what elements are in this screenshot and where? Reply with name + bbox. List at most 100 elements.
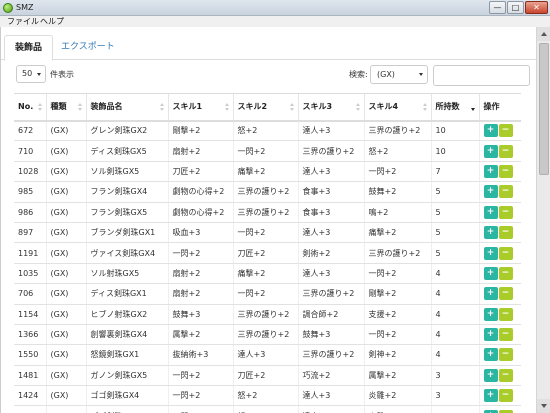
sort-desc-icon [470,103,476,112]
tab-accessories[interactable]: 装飾品 [4,35,54,61]
decrement-button[interactable]: − [498,226,513,240]
cell-skill2: 三界の護り+2 [232,181,298,203]
decrement-button[interactable]: − [498,124,513,138]
main-content: 装飾品 エクスポート 50 件表示 検索: (GX) No. 種類 装飾品名 スキル1… [0,27,537,413]
decrement-button[interactable]: − [498,246,513,260]
increment-button[interactable]: + [483,164,498,178]
header-col-no[interactable]: No. [14,93,46,122]
increment-button[interactable]: + [483,328,498,342]
increment-button[interactable]: + [483,266,498,280]
cell-no: 710 [14,140,46,162]
increment-button[interactable]: + [483,368,498,382]
decrement-button[interactable]: − [498,164,513,178]
cell-skill4: 鼓舞+2 [363,181,431,203]
menu-help[interactable]: ヘルプ [40,16,64,27]
decrement-button[interactable]: − [498,287,513,301]
cell-actions: +− [478,120,521,142]
chevron-down-icon [37,73,41,76]
decrement-button[interactable]: − [498,409,513,413]
decrement-button[interactable]: − [498,144,513,158]
menu-bar: ファイル ヘルプ [0,16,550,27]
cell-count: 5 [430,222,479,244]
header-col-skill1[interactable]: スキル1 [167,93,233,122]
menu-file[interactable]: ファイル [7,16,39,27]
cell-actions: +− [478,161,521,183]
cell-skill4: 炎雛+2 [363,405,431,413]
scroll-thumb[interactable] [539,43,549,175]
cell-count: 10 [430,140,479,162]
cell-actions: +− [478,304,521,325]
decrement-button[interactable]: − [498,389,513,403]
decrement-button[interactable]: − [498,307,513,321]
header-label: スキル3 [302,102,333,112]
increment-button[interactable]: + [483,389,498,403]
cell-skill1: 扇射+2 [167,140,233,162]
cell-skill1: 一閃+2 [167,242,233,264]
minimize-button[interactable]: — [489,1,506,14]
cell-type: (GX) [45,161,86,183]
page-length-select[interactable]: 50 [16,65,46,83]
close-button[interactable]: ✕ [525,1,548,14]
header-col-skill3[interactable]: スキル3 [297,93,364,122]
cell-type: (GX) [45,263,86,285]
decrement-button[interactable]: − [498,266,513,280]
tab-export[interactable]: エクスポート [51,35,125,60]
increment-button[interactable]: + [483,124,498,138]
header-col-actions: 操作 [478,93,521,122]
maximize-button[interactable]: □ [507,1,524,14]
search-type-value: (GX) [377,70,395,79]
table-row: 706 (GX) ディス剣珠GX1 扇射+2 一閃+2 三界の護り+2 剛撃+2 4 + − [14,283,521,305]
increment-button[interactable]: + [483,287,498,301]
cell-skill4: 三界の護り+2 [363,120,431,142]
increment-button[interactable]: + [483,409,498,413]
increment-button[interactable]: + [483,205,498,219]
decrement-button[interactable]: − [498,368,513,382]
cell-skill2: 一閃+2 [232,140,298,162]
cell-skill4: 痛撃+2 [363,222,431,244]
sort-icon [37,103,43,112]
increment-button[interactable]: + [483,144,498,158]
cell-skill3: 達人+3 [297,405,364,413]
cell-type: (GX) [45,140,86,162]
scroll-down-arrow-icon[interactable] [537,399,550,413]
header-col-skill2[interactable]: スキル2 [232,93,298,122]
increment-button[interactable]: + [483,185,498,199]
header-label: スキル1 [172,102,203,112]
header-col-type[interactable]: 種類 [45,93,86,122]
increment-button[interactable]: + [483,246,498,260]
vertical-scrollbar[interactable] [536,27,550,413]
cell-no: 1035 [14,263,46,285]
cell-actions: +− [478,140,521,162]
header-col-skill4[interactable]: スキル4 [363,93,431,122]
increment-button[interactable]: + [483,307,498,321]
cell-skill2: 達人+3 [232,344,298,366]
table-row: 1424 (GX) ゴゴ剣珠GX4 一閃+2 怒+2 達人+3 炎雛+2 3 + − [14,385,521,407]
cell-skill2: 三界の護り+2 [232,324,298,346]
cell-actions: +− [478,181,521,203]
decrement-button[interactable]: − [498,348,513,362]
cell-name: 創響裏剣珠GX4 [85,324,168,346]
cell-actions: +− [478,242,521,264]
cell-type: (GX) [45,304,86,325]
cell-skill1: 鼓舞+3 [167,304,233,325]
decrement-button[interactable]: − [498,328,513,342]
scroll-up-arrow-icon[interactable] [537,27,550,41]
cell-name: ブランダ剣珠GX1 [85,222,168,244]
cell-type: (GX) [45,324,86,346]
cell-count: 3 [430,365,479,387]
cell-skill1: 属撃+2 [167,324,233,346]
header-col-name[interactable]: 装飾品名 [85,93,168,122]
cell-skill4: 支援+2 [363,304,431,325]
increment-button[interactable]: + [483,226,498,240]
increment-button[interactable]: + [483,348,498,362]
table-row: 1154 (GX) ヒブノ射珠GX2 鼓舞+3 三界の護り+2 調合師+2 支援+2 4 + − [14,304,521,325]
header-col-count[interactable]: 所持数 [430,93,479,122]
table-row: 1035 (GX) ソル射珠GX5 扇射+2 痛撃+2 達人+3 一閃+2 4 + − [14,263,521,285]
cell-name: ソル射珠GX5 [85,263,168,285]
search-input[interactable] [433,65,530,86]
decrement-button[interactable]: − [498,205,513,219]
search-type-select[interactable]: (GX) [370,65,428,84]
cell-name: ディス剣珠GX1 [85,283,168,305]
cell-skill4: 三界の護り+2 [363,242,431,264]
decrement-button[interactable]: − [498,185,513,199]
